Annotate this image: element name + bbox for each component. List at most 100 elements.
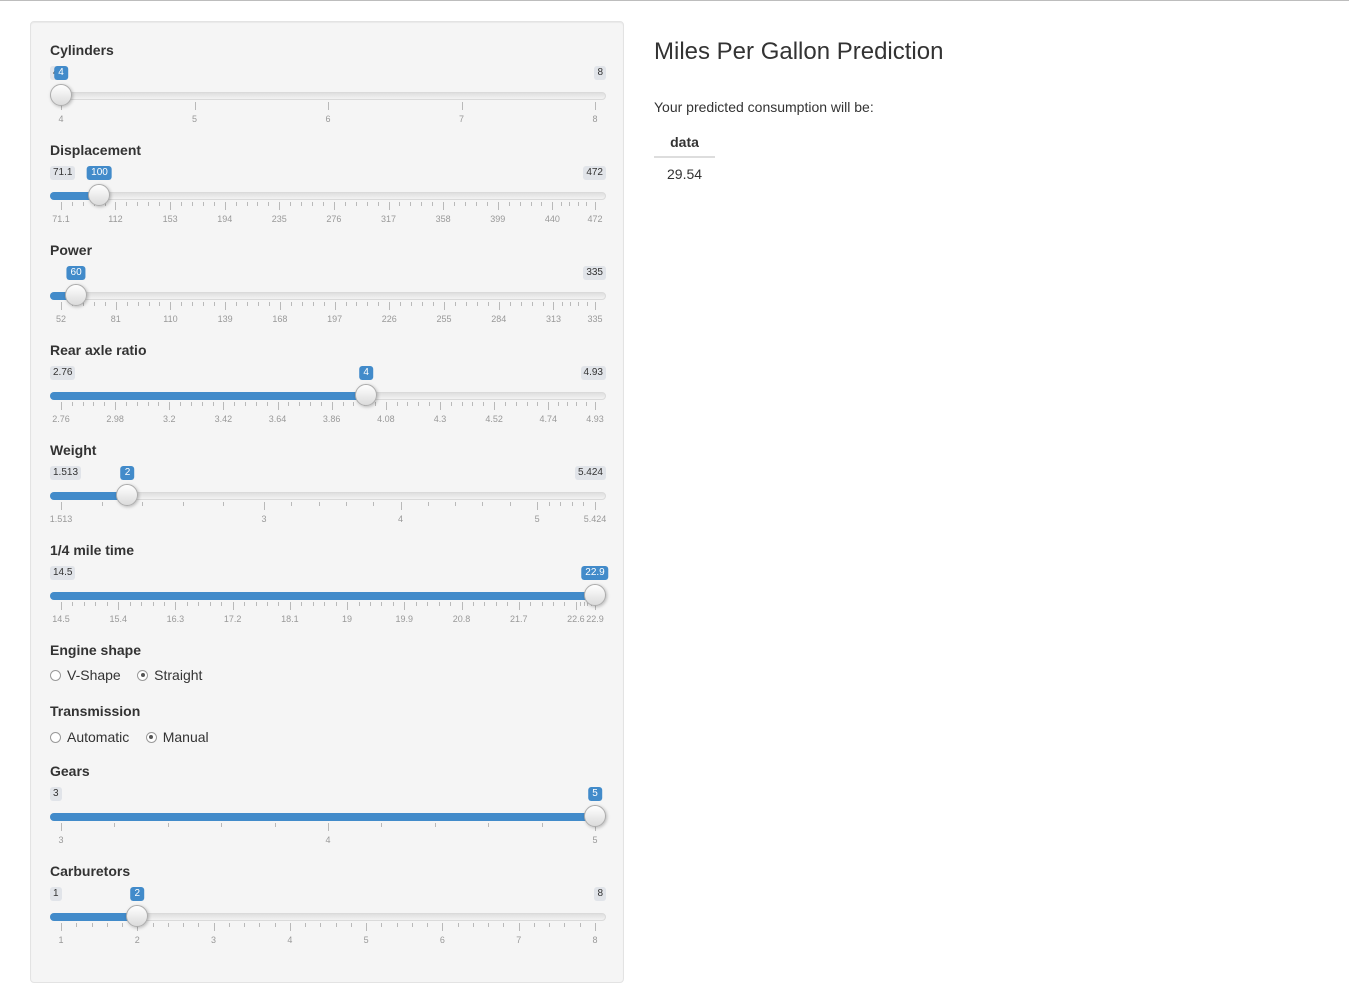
tick-minor <box>487 302 489 306</box>
drat-handle[interactable] <box>355 384 378 406</box>
tick-minor <box>136 402 138 406</box>
tick-minor <box>159 202 161 206</box>
tick-major <box>61 823 62 831</box>
tick-minor <box>236 302 238 306</box>
tick-minor <box>577 202 579 206</box>
tick-minor <box>476 302 478 306</box>
wt-handle[interactable] <box>116 484 139 506</box>
cyl-handle[interactable] <box>50 84 72 106</box>
tick-minor <box>183 923 185 927</box>
tick-major <box>169 402 171 410</box>
tick-minor <box>381 923 383 927</box>
tick-minor <box>488 923 490 927</box>
tick-minor <box>192 302 194 306</box>
tick-minor <box>198 602 200 606</box>
tick-label: 3.86 <box>322 414 341 424</box>
radio-option-automatic[interactable]: Automatic <box>50 728 129 746</box>
tick-label: 3.2 <box>163 414 176 424</box>
tick-major <box>439 402 441 410</box>
radio-manual[interactable] <box>145 731 157 743</box>
radio-automatic[interactable] <box>50 731 61 743</box>
gear-handle[interactable] <box>584 805 606 827</box>
tick-minor <box>198 923 200 927</box>
tick-minor <box>167 823 169 827</box>
tick-label: 358 <box>435 214 451 224</box>
qsec-slider[interactable]: 14.5 14.5 15.4 16.3 17.2 18.1 19 19.9 20.8 21.7 22… <box>50 562 609 624</box>
cyl-slider[interactable]: 48456784 <box>50 62 606 124</box>
radio-option-manual[interactable]: Manual <box>145 728 209 746</box>
hp-label: Power <box>50 242 93 258</box>
tick-label: 284 <box>491 314 507 324</box>
tick-minor <box>564 923 566 927</box>
tick-minor <box>503 923 505 927</box>
cyl-track[interactable] <box>50 92 606 100</box>
radio-straight[interactable] <box>137 669 149 681</box>
tick-minor <box>571 502 573 506</box>
tick-label: 2.98 <box>106 414 124 424</box>
disp-label: Displacement <box>50 142 142 158</box>
tick-minor <box>83 602 85 606</box>
tick-minor <box>356 302 358 306</box>
tick-minor <box>407 402 409 406</box>
tick-label: 6 <box>325 114 331 124</box>
tick-minor <box>274 923 276 927</box>
tick-minor <box>472 923 474 927</box>
cyl-max-label: 8 <box>594 66 606 80</box>
tick-minor <box>323 202 324 206</box>
tick-minor <box>245 402 247 406</box>
tick-label: 81 <box>110 314 121 324</box>
tick-minor <box>335 923 337 927</box>
disp-max-label: 472 <box>583 166 606 180</box>
tick-major <box>61 602 62 610</box>
carb-handle[interactable] <box>126 905 149 927</box>
radio-option-straight[interactable]: Straight <box>137 666 202 684</box>
tick-label: 8 <box>592 935 598 945</box>
top-border <box>0 0 1349 1</box>
tick-minor <box>434 823 436 827</box>
tick-minor <box>255 402 257 406</box>
wt-slider[interactable]: 1.513 5.424 1.513 3 4 5 5.424 2 <box>50 462 606 524</box>
disp-track[interactable] <box>50 192 606 200</box>
disp-slider[interactable]: 71.1 472 71.1 112 153 194 235 276 317 358 399 440 47… <box>50 162 606 224</box>
disp-min-label: 71.1 <box>50 166 76 180</box>
disp-handle[interactable] <box>88 184 111 206</box>
tick-minor <box>214 302 216 306</box>
radio-option-v-shape[interactable]: V-Shape <box>50 666 121 684</box>
tick-label: 5 <box>191 114 198 124</box>
tick-major <box>461 602 463 610</box>
tick-minor <box>586 302 588 306</box>
tick-minor <box>142 502 144 506</box>
qsec-handle[interactable] <box>584 584 606 606</box>
tick-label: 276 <box>326 214 342 224</box>
tick-minor <box>290 302 292 306</box>
tick-minor <box>247 302 249 306</box>
tick-minor <box>228 923 230 927</box>
tick-minor <box>537 402 539 406</box>
tick-major <box>385 402 387 410</box>
tick-label: 52 <box>55 314 67 324</box>
tick-minor <box>353 402 355 406</box>
tick-major <box>61 502 62 510</box>
radio-v-shape[interactable] <box>50 669 61 681</box>
tick-major <box>61 402 62 410</box>
tick-minor <box>464 202 466 206</box>
carb-fill <box>50 913 138 921</box>
tick-minor <box>278 602 280 606</box>
carb-slider[interactable]: 1 8 1 2 3 4 5 6 7 8 2 <box>50 883 606 945</box>
hp-track[interactable] <box>50 292 606 300</box>
tick-minor <box>320 923 322 927</box>
tick-minor <box>159 302 161 306</box>
hp-handle[interactable] <box>65 284 88 306</box>
tick-minor <box>91 923 93 927</box>
tick-label: 1 <box>58 935 64 945</box>
gear-slider[interactable]: 3 3 4 5 5 <box>50 783 606 845</box>
disp-value-label: 100 <box>87 166 112 180</box>
tick-major <box>289 602 291 610</box>
tick-minor <box>126 202 128 206</box>
tick-major <box>442 923 444 931</box>
hp-slider[interactable]: 335 52 81 110 139 168 197 226 255 284 313 335 60 <box>50 262 606 324</box>
tick-label: 6 <box>439 935 445 945</box>
drat-slider[interactable]: 2.76 4.93 2.76 2.98 3.2 3.42 3.64 3.86 4.08 4.3 4.… <box>50 362 606 424</box>
tick-label: 197 <box>327 314 343 324</box>
tick-minor <box>495 602 497 606</box>
